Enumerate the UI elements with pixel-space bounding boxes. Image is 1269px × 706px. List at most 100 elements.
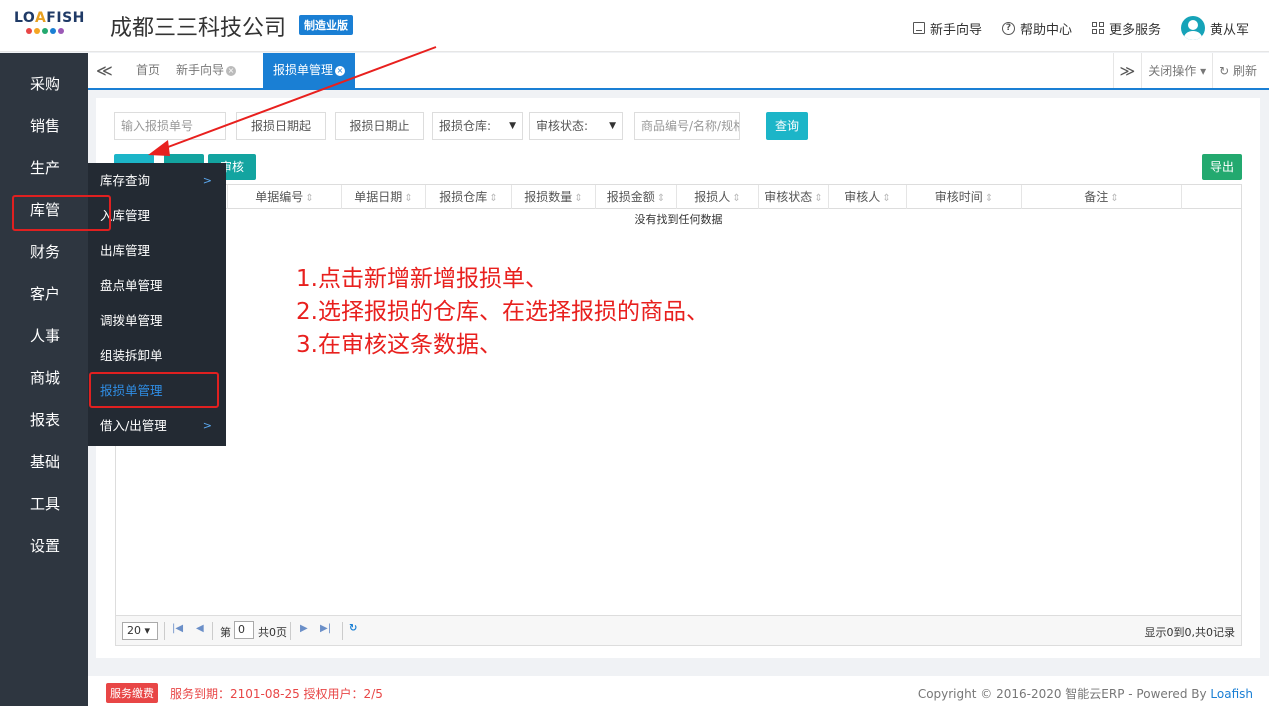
table-header: 单据编号 ⇕ 单据日期 ⇕ 报损仓库 ⇕ 报损数量 ⇕ 报损金额 ⇕ 报损人 ⇕ 审核状态 ⇕… — [116, 185, 1241, 209]
date-start-input[interactable]: 报损日期起 — [236, 112, 326, 140]
tab-label: 报损单管理 — [273, 63, 334, 77]
sidebar-item-hr[interactable]: 人事 — [0, 315, 88, 357]
submenu-item-borrow[interactable]: 借入/出管理 > — [88, 408, 226, 443]
sidebar-item-reports[interactable]: 报表 — [0, 399, 88, 441]
submenu-item-stock-query[interactable]: 库存查询 > — [88, 163, 226, 198]
guide-link[interactable]: 新手向导 — [912, 19, 982, 38]
close-icon[interactable]: × — [335, 65, 346, 76]
sidebar-item-production[interactable]: 生产 — [0, 147, 88, 189]
tab-guide[interactable]: 新手向导 × — [166, 53, 246, 88]
main-panel: 输入报损单号 报损日期起 报损日期止 报损仓库: ▼ 审核状态: ▼ 商品编号/名称… — [96, 98, 1260, 658]
next-page-icon[interactable]: ▶ — [300, 623, 308, 634]
tab-home[interactable]: 首页 — [126, 53, 170, 88]
header-links: 新手向导 ? 帮助中心 更多服务 黄从军 — [912, 16, 1249, 40]
tabs-scroll-right-icon[interactable]: ≫ — [1114, 62, 1142, 80]
highlight-inventory — [12, 195, 111, 231]
edition-badge: 制造业版 — [299, 15, 353, 35]
order-no-input[interactable]: 输入报损单号 — [114, 112, 226, 140]
help-icon: ? — [1001, 21, 1015, 35]
tabs-scroll-left-icon[interactable]: ≪ — [96, 61, 113, 80]
warehouse-select[interactable]: 报损仓库: ▼ — [432, 112, 523, 140]
refresh-button[interactable]: ↻ 刷新 — [1213, 62, 1263, 79]
chevron-right-icon: > — [202, 174, 212, 187]
submenu-item-stocktake[interactable]: 盘点单管理 — [88, 268, 226, 303]
top-header: LOAFISH 成都三三科技公司 制造业版 新手向导 ? 帮助中心 更多服务 黄… — [0, 0, 1269, 52]
column-header[interactable]: 报损人 ⇕ — [677, 185, 759, 209]
prev-page-icon[interactable]: ◀ — [196, 623, 204, 634]
product-search-input[interactable]: 商品编号/名称/规格 — [634, 112, 740, 140]
column-header[interactable]: 审核状态 ⇕ — [759, 185, 829, 209]
column-header[interactable]: 报损金额 ⇕ — [596, 185, 677, 209]
user-name: 黄从军 — [1209, 22, 1249, 38]
company-name: 成都三三科技公司 — [110, 16, 287, 41]
data-table: 单据编号 ⇕ 单据日期 ⇕ 报损仓库 ⇕ 报损数量 ⇕ 报损金额 ⇕ 报损人 ⇕ 审核状态 ⇕… — [115, 184, 1242, 646]
more-services-link[interactable]: 更多服务 — [1091, 19, 1161, 38]
record-summary: 显示0到0,共0记录 — [1144, 626, 1236, 639]
footer: 服务缴费 服务到期：2101-08-25 授权用户：2/5 Copyright … — [88, 676, 1269, 706]
audit-status-select[interactable]: 审核状态: ▼ — [529, 112, 623, 140]
submenu-item-assembly[interactable]: 组装拆卸单 — [88, 338, 226, 373]
grid-icon — [1091, 22, 1104, 34]
sidebar-item-tools[interactable]: 工具 — [0, 483, 88, 525]
sidebar-item-purchase[interactable]: 采购 — [0, 63, 88, 105]
sidebar-item-sales[interactable]: 销售 — [0, 105, 88, 147]
date-end-input[interactable]: 报损日期止 — [335, 112, 424, 140]
guide-icon — [912, 22, 925, 34]
total-pages: 共0页 — [258, 626, 287, 639]
tab-controls: ≫ 关闭操作 ▾ ↻ 刷新 — [1112, 53, 1263, 88]
close-operations-menu[interactable]: 关闭操作 ▾ — [1142, 62, 1212, 79]
chevron-down-icon: ▼ — [509, 121, 516, 131]
reload-icon[interactable]: ↻ — [349, 623, 357, 634]
column-header[interactable]: 备注 ⇕ — [1022, 185, 1182, 209]
column-header[interactable]: 单据编号 ⇕ — [228, 185, 342, 209]
empty-message: 没有找到任何数据 — [634, 213, 723, 226]
submenu-item-outbound[interactable]: 出库管理 — [88, 233, 226, 268]
avatar — [1180, 16, 1205, 40]
tab-label: 首页 — [136, 63, 161, 77]
close-icon[interactable]: × — [226, 65, 237, 76]
logo[interactable]: LOAFISH — [14, 10, 84, 42]
sidebar-item-basics[interactable]: 基础 — [0, 441, 88, 483]
help-label: 帮助中心 — [1019, 22, 1072, 38]
annotation-line: 2.选择报损的仓库、在选择报损的商品、 — [296, 299, 709, 325]
brand-link[interactable]: Loafish — [1210, 687, 1253, 701]
page-label: 第 — [220, 626, 231, 639]
first-page-icon[interactable]: |◀ — [172, 623, 183, 634]
column-header[interactable]: 单据日期 ⇕ — [342, 185, 426, 209]
export-button[interactable]: 导出 — [1202, 154, 1242, 180]
column-header[interactable]: 报损仓库 ⇕ — [426, 185, 512, 209]
tab-bar: ≪ 首页 新手向导 × 报损单管理 × ≫ 关闭操作 ▾ ↻ 刷新 — [88, 53, 1269, 90]
query-button[interactable]: 查询 — [766, 112, 808, 140]
page-size-select[interactable]: 20 ▾ — [122, 622, 158, 640]
column-header[interactable]: 报损数量 ⇕ — [512, 185, 596, 209]
tab-label: 新手向导 — [176, 63, 225, 77]
user-menu[interactable]: 黄从军 — [1180, 16, 1249, 40]
sidebar-item-mall[interactable]: 商城 — [0, 357, 88, 399]
logo-dots — [14, 28, 84, 34]
annotation-line: 3.在审核这条数据、 — [296, 332, 502, 358]
annotation-line: 1.点击新增新增报损单、 — [296, 266, 548, 292]
sidebar-item-customer[interactable]: 客户 — [0, 273, 88, 315]
sidebar-item-settings[interactable]: 设置 — [0, 525, 88, 567]
chevron-right-icon: > — [202, 419, 212, 432]
sidebar-item-finance[interactable]: 财务 — [0, 231, 88, 273]
page-number-input[interactable]: 0 — [234, 621, 254, 639]
tab-loss-order[interactable]: 报损单管理 × — [263, 53, 356, 88]
submenu-item-transfer[interactable]: 调拨单管理 — [88, 303, 226, 338]
annotation: 1.点击新增新增报损单、 2.选择报损的仓库、在选择报损的商品、 3.在审核这条… — [296, 263, 709, 362]
copyright: Copyright © 2016-2020 智能云ERP - Powered B… — [917, 687, 1253, 701]
last-page-icon[interactable]: ▶| — [320, 623, 331, 634]
payment-badge[interactable]: 服务缴费 — [106, 683, 158, 703]
guide-label: 新手向导 — [929, 22, 982, 38]
chevron-down-icon: ▼ — [609, 121, 616, 131]
column-header[interactable]: 审核时间 ⇕ — [907, 185, 1022, 209]
pager: 20 ▾ |◀ ◀ 第 0 共0页 ▶ ▶| ↻ 显示0到0,共0记录 — [116, 615, 1241, 645]
logo-text: LOAFISH — [14, 10, 85, 26]
refresh-icon: ↻ — [1219, 64, 1230, 78]
column-header[interactable]: 审核人 ⇕ — [829, 185, 907, 209]
help-link[interactable]: ? 帮助中心 — [1001, 19, 1072, 38]
sidebar: 采购 销售 生产 库管 财务 客户 人事 商城 报表 基础 工具 设置 — [0, 53, 88, 706]
highlight-loss-order — [89, 372, 219, 408]
service-info: 服务到期：2101-08-25 授权用户：2/5 — [170, 687, 383, 701]
more-services-label: 更多服务 — [1108, 22, 1161, 38]
